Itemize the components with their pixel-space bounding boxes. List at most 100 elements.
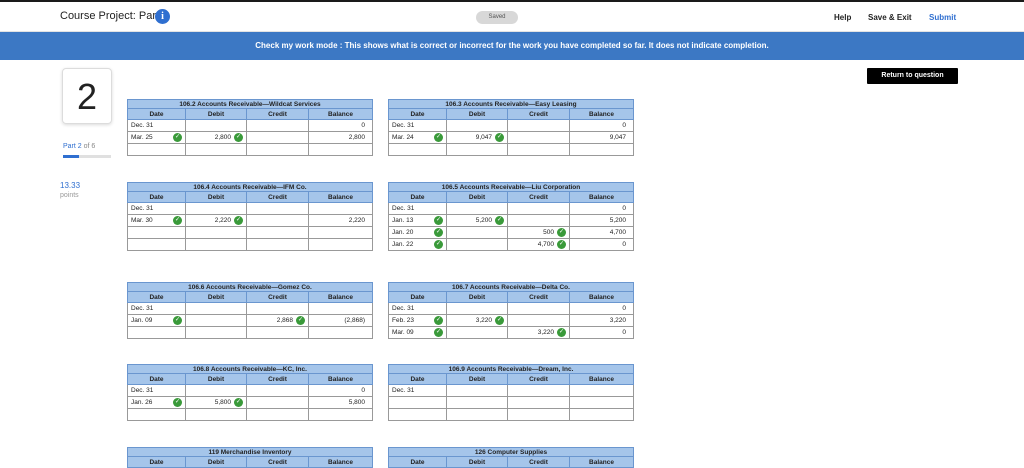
ledger-cell-credit[interactable]: [247, 397, 309, 408]
ledger-value-balance: 0: [622, 205, 626, 212]
ledger-cell-credit[interactable]: [508, 397, 570, 408]
ledger-cell-debit[interactable]: [186, 315, 247, 326]
ledger-cell-date: [128, 227, 186, 238]
ledger-cell-debit[interactable]: [447, 409, 508, 420]
ledger-cell-debit[interactable]: [447, 144, 508, 155]
ledger-cell-credit[interactable]: [247, 385, 309, 396]
ledger-cell-balance[interactable]: [570, 397, 633, 408]
ledger-cell-debit[interactable]: [186, 303, 247, 314]
ledger-cell-credit[interactable]: [247, 203, 309, 214]
ledger-cell-credit[interactable]: [247, 227, 309, 238]
ledger-cell-balance[interactable]: [309, 303, 372, 314]
help-link[interactable]: Help: [834, 13, 851, 22]
ledger-cell-credit[interactable]: [508, 385, 570, 396]
ledger-cell-credit[interactable]: [247, 303, 309, 314]
ledger-cell-credit[interactable]: [508, 215, 570, 226]
ledger-cell-balance[interactable]: 5,800: [309, 397, 372, 408]
ledger-value-credit: 4,700: [537, 241, 554, 248]
ledger-cell-credit[interactable]: [247, 409, 309, 420]
correct-check-icon: ✓: [234, 216, 243, 225]
ledger-cell-debit[interactable]: 5,200 ✓: [447, 215, 508, 226]
ledger-cell-balance[interactable]: 9,047: [570, 132, 633, 143]
ledger-cell-debit[interactable]: [447, 385, 508, 396]
ledger-cell-credit[interactable]: [508, 120, 570, 131]
ledger-cell-credit[interactable]: 2,868 ✓: [247, 315, 309, 326]
ledger-cell-balance[interactable]: [309, 239, 372, 250]
ledger-cell-credit[interactable]: 3,220 ✓: [508, 327, 570, 338]
ledger-cell-balance[interactable]: [309, 227, 372, 238]
part-total: of 6: [81, 143, 96, 150]
ledger-cell-credit[interactable]: [247, 327, 309, 338]
ledger-cell-debit[interactable]: [186, 144, 247, 155]
ledger-column-header: Credit: [247, 292, 309, 302]
submit-link[interactable]: Submit: [929, 13, 956, 22]
info-icon[interactable]: i: [155, 9, 170, 24]
ledger-cell-debit[interactable]: [186, 227, 247, 238]
ledger-cell-debit[interactable]: [447, 397, 508, 408]
ledger-cell-debit[interactable]: [447, 239, 508, 250]
ledger-cell-debit[interactable]: [186, 203, 247, 214]
ledger-cell-balance[interactable]: 5,200: [570, 215, 633, 226]
ledger-cell-balance[interactable]: 0: [570, 203, 633, 214]
ledger-cell-credit[interactable]: [508, 303, 570, 314]
ledger-cell-balance[interactable]: 0: [309, 120, 372, 131]
ledger-cell-balance[interactable]: 2,800: [309, 132, 372, 143]
ledger-value-date: Dec. 31: [392, 387, 415, 394]
ledger-cell-balance[interactable]: [570, 144, 633, 155]
ledger-cell-balance[interactable]: [309, 409, 372, 420]
save-exit-link[interactable]: Save & Exit: [868, 13, 912, 22]
ledger-cell-debit[interactable]: 9,047 ✓: [447, 132, 508, 143]
ledger-value-date: Dec. 31: [392, 122, 415, 129]
ledger-cell-debit[interactable]: [447, 327, 508, 338]
ledger-cell-credit[interactable]: 4,700 ✓: [508, 239, 570, 250]
ledger-cell-balance[interactable]: 0: [570, 120, 633, 131]
ledger-value-date: Dec. 31: [131, 305, 154, 312]
ledger-cell-credit[interactable]: [247, 144, 309, 155]
ledger-cell-balance[interactable]: 0: [570, 327, 633, 338]
ledger-cell-balance[interactable]: [309, 144, 372, 155]
ledger-value-date: Mar. 25: [131, 134, 153, 141]
ledger-cell-balance[interactable]: 4,700: [570, 227, 633, 238]
points-label: points: [60, 192, 79, 199]
ledger-cell-credit[interactable]: [247, 215, 309, 226]
ledger-cell-debit[interactable]: [186, 239, 247, 250]
ledger-cell-credit[interactable]: [247, 239, 309, 250]
ledger-cell-balance[interactable]: [309, 327, 372, 338]
ledger-cell-debit[interactable]: [447, 203, 508, 214]
ledger-cell-balance[interactable]: [570, 385, 633, 396]
ledger-title: 106.6 Accounts Receivable—Gomez Co.: [127, 282, 373, 292]
ledger-cell-debit[interactable]: 3,220 ✓: [447, 315, 508, 326]
ledger-cell-credit[interactable]: [247, 120, 309, 131]
ledger-cell-credit[interactable]: [508, 203, 570, 214]
ledger-cell-debit[interactable]: [186, 327, 247, 338]
ledger-cell-debit[interactable]: [447, 120, 508, 131]
ledger-cell-debit[interactable]: 5,800 ✓: [186, 397, 247, 408]
ledger-cell-credit[interactable]: [508, 144, 570, 155]
ledger-cell-balance[interactable]: 0: [570, 239, 633, 250]
ledger-cell-balance[interactable]: 2,220: [309, 215, 372, 226]
ledger-cell-balance[interactable]: 0: [309, 385, 372, 396]
ledger-cell-balance[interactable]: 3,220: [570, 315, 633, 326]
ledger-cell-debit[interactable]: [186, 409, 247, 420]
correct-check-icon: ✓: [173, 316, 182, 325]
ledger-column-header: Debit: [447, 192, 508, 202]
ledger-cell-debit[interactable]: 2,800 ✓: [186, 132, 247, 143]
return-to-question-button[interactable]: Return to question: [867, 68, 958, 84]
ledger-cell-debit[interactable]: [186, 385, 247, 396]
ledger-row: [127, 144, 373, 156]
ledger-cell-debit[interactable]: 2,220 ✓: [186, 215, 247, 226]
ledger-cell-credit[interactable]: [508, 132, 570, 143]
ledger-cell-credit[interactable]: [508, 315, 570, 326]
ledger-cell-balance[interactable]: 0: [570, 303, 633, 314]
ledger-column-header: Date: [128, 192, 186, 202]
ledger-cell-credit[interactable]: 500 ✓: [508, 227, 570, 238]
ledger-cell-balance[interactable]: [570, 409, 633, 420]
ledger-table: 106.9 Accounts Receivable—Dream, Inc. Dat…: [388, 364, 634, 421]
ledger-cell-credit[interactable]: [508, 409, 570, 420]
ledger-cell-balance[interactable]: [309, 203, 372, 214]
ledger-cell-debit[interactable]: [186, 120, 247, 131]
ledger-cell-debit[interactable]: [447, 303, 508, 314]
ledger-cell-balance[interactable]: (2,868): [309, 315, 372, 326]
ledger-cell-debit[interactable]: [447, 227, 508, 238]
ledger-cell-credit[interactable]: [247, 132, 309, 143]
